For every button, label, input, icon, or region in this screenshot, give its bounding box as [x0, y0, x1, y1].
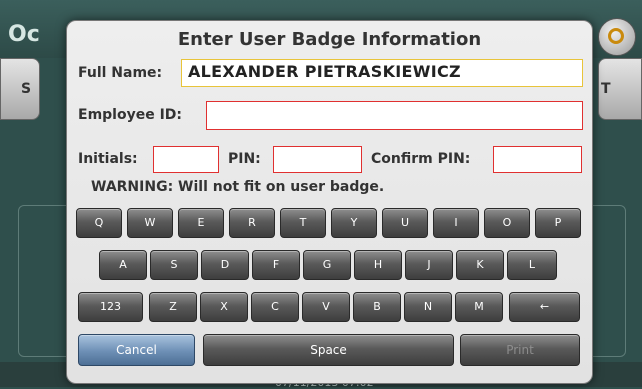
key-m[interactable]: M [455, 292, 503, 322]
key-q[interactable]: Q [76, 208, 122, 238]
left-app-button[interactable]: S [0, 58, 40, 120]
confirm-pin-field[interactable] [493, 146, 582, 173]
key-z[interactable]: Z [149, 292, 197, 322]
key-f[interactable]: F [252, 250, 300, 280]
right-app-button-label: T [601, 81, 611, 97]
backspace-key[interactable]: ← [509, 292, 580, 322]
key-t[interactable]: T [280, 208, 326, 238]
key-s[interactable]: S [150, 250, 198, 280]
employee-id-field[interactable] [206, 101, 583, 130]
employee-id-label: Employee ID: [78, 107, 183, 123]
key-x[interactable]: X [200, 292, 248, 322]
key-k[interactable]: K [456, 250, 504, 280]
backspace-icon: ← [539, 300, 550, 313]
key-h[interactable]: H [354, 250, 402, 280]
key-n[interactable]: N [404, 292, 452, 322]
full-name-label: Full Name: [78, 65, 163, 81]
key-g[interactable]: G [303, 250, 351, 280]
key-e[interactable]: E [178, 208, 224, 238]
key-y[interactable]: Y [331, 208, 377, 238]
key-d[interactable]: D [201, 250, 249, 280]
key-i[interactable]: I [433, 208, 479, 238]
left-app-button-label: S [21, 81, 32, 97]
key-a[interactable]: A [99, 250, 147, 280]
cancel-button[interactable]: Cancel [78, 334, 195, 366]
space-key[interactable]: Space [203, 334, 454, 366]
key-c[interactable]: C [251, 292, 299, 322]
initials-label: Initials: [78, 151, 138, 167]
app-logo: Oc [8, 22, 40, 47]
right-app-button[interactable]: T [598, 58, 642, 120]
confirm-pin-label: Confirm PIN: [371, 151, 471, 167]
key-123[interactable]: 123 [78, 292, 143, 322]
dialog-title: Enter User Badge Information [177, 29, 482, 50]
full-name-field[interactable]: ALEXANDER PIETRASKIEWICZ [181, 59, 583, 87]
settings-gear-icon[interactable] [598, 18, 636, 56]
key-v[interactable]: V [302, 292, 350, 322]
key-b[interactable]: B [353, 292, 401, 322]
key-o[interactable]: O [484, 208, 530, 238]
key-l[interactable]: L [507, 250, 557, 280]
initials-field[interactable] [153, 146, 219, 173]
key-r[interactable]: R [229, 208, 275, 238]
pin-field[interactable] [273, 146, 362, 173]
pin-label: PIN: [228, 151, 261, 167]
warning-message: WARNING: Will not fit on user badge. [91, 179, 385, 195]
key-p[interactable]: P [535, 208, 581, 238]
key-w[interactable]: W [127, 208, 173, 238]
print-button[interactable]: Print [460, 334, 580, 366]
key-j[interactable]: J [405, 250, 453, 280]
key-u[interactable]: U [382, 208, 428, 238]
user-badge-dialog: Enter User Badge Information Full Name: … [66, 20, 593, 384]
